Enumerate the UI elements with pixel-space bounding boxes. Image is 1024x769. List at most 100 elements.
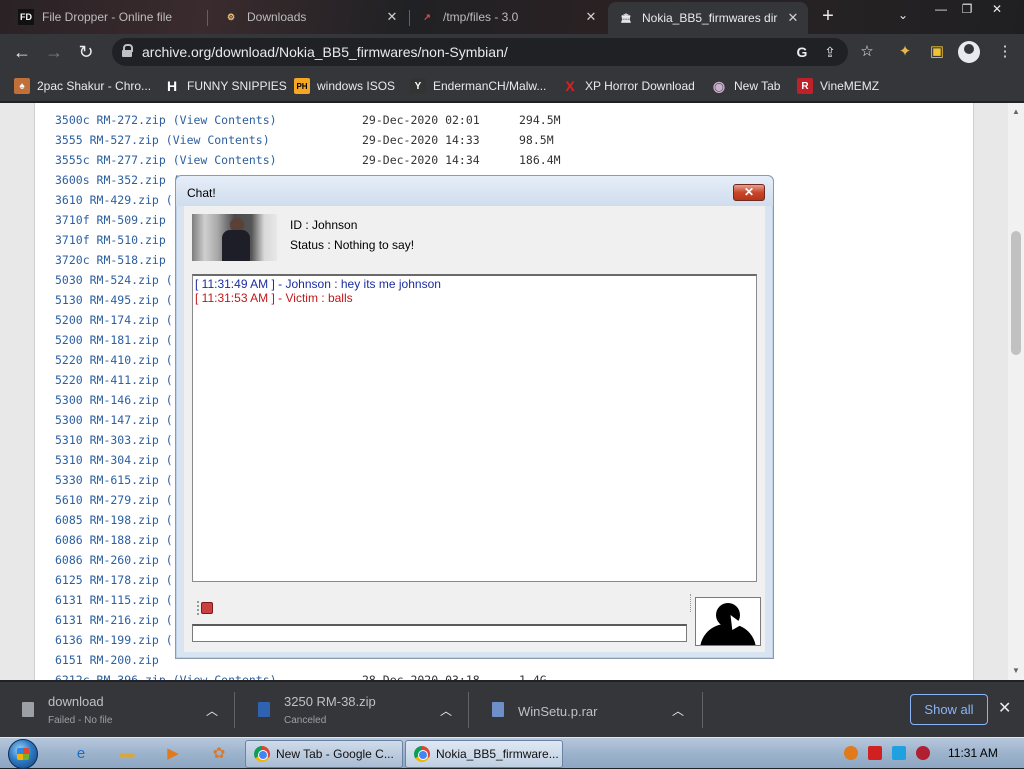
extensions-puzzle-icon[interactable]: ✦ — [894, 42, 916, 64]
view-contents-link[interactable]: (View Contents) — [173, 153, 277, 167]
bookmark-new-tab[interactable]: ◉ New Tab — [711, 76, 781, 96]
view-contents-link[interactable]: ( — [166, 513, 173, 527]
file-link[interactable]: 5220 RM-411.zip — [55, 373, 159, 387]
file-link[interactable]: 5130 RM-495.zip — [55, 293, 159, 307]
bookmark-star-icon[interactable]: ☆ — [856, 42, 878, 64]
file-link[interactable]: 3720c RM-518.zip — [55, 253, 166, 267]
url-text[interactable]: archive.org/download/Nokia_BB5_firmwares… — [142, 44, 508, 60]
chat-close-button[interactable]: ✕ — [733, 184, 765, 201]
view-contents-link[interactable]: ( — [166, 353, 173, 367]
taskbar-item-nokia[interactable]: Nokia_BB5_firmware... — [405, 740, 563, 768]
tray-display-icon[interactable] — [892, 746, 906, 760]
file-link[interactable]: 5300 RM-146.zip — [55, 393, 159, 407]
bookmark-funny-snippies[interactable]: H FUNNY SNIPPIES — [164, 76, 287, 96]
view-contents-link[interactable]: (View Contents) — [166, 133, 270, 147]
view-contents-link[interactable]: ( — [166, 593, 173, 607]
menu-kebab-icon[interactable]: ⋮ — [994, 42, 1016, 64]
file-link[interactable]: 6136 RM-199.zip — [55, 633, 159, 647]
view-contents-link[interactable]: ( — [166, 433, 173, 447]
view-contents-link[interactable]: (View Contents) — [173, 113, 277, 127]
file-link[interactable]: 5330 RM-615.zip — [55, 473, 159, 487]
view-contents-link[interactable]: ( — [166, 313, 173, 327]
file-link[interactable]: 6125 RM-178.zip — [55, 573, 159, 587]
bookmark-xp-horror[interactable]: X XP Horror Download — [562, 76, 695, 96]
bookmark-2pac[interactable]: ♠ 2pac Shakur - Chro... — [14, 76, 151, 96]
file-link[interactable]: 3610 RM-429.zip — [55, 193, 159, 207]
lock-icon[interactable] — [122, 44, 133, 57]
view-contents-link[interactable]: ( — [166, 493, 173, 507]
file-link[interactable]: 5200 RM-174.zip — [55, 313, 159, 327]
side-panel-icon[interactable]: ▣ — [926, 42, 948, 64]
tab-nokia-firmwares[interactable]: 🏛 Nokia_BB5_firmwares dir ✕ — [608, 2, 808, 34]
close-tab-icon[interactable]: ✕ — [582, 9, 600, 25]
internet-explorer-icon[interactable]: e — [70, 742, 92, 764]
media-player-icon[interactable]: ▶ — [162, 742, 184, 764]
download-item[interactable]: 3250 RM-38.zip Canceled ︿ — [236, 682, 468, 738]
chevron-up-icon[interactable]: ︿ — [206, 702, 218, 719]
tab-search-chevron-icon[interactable]: ⌄ — [898, 8, 908, 22]
bookmark-endermanch[interactable]: Y EndermanCH/Malw... — [410, 76, 546, 96]
download-item[interactable]: download Failed - No file ︿ — [0, 682, 232, 738]
file-link[interactable]: 6086 RM-260.zip — [55, 553, 159, 567]
tray-volume-icon[interactable] — [916, 746, 930, 760]
view-contents-link[interactable]: ( — [166, 413, 173, 427]
start-button[interactable] — [8, 739, 38, 769]
chevron-up-icon[interactable]: ︿ — [440, 702, 452, 719]
file-link[interactable]: 6131 RM-216.zip — [55, 613, 159, 627]
file-link[interactable]: 5220 RM-410.zip — [55, 353, 159, 367]
view-contents-link[interactable]: (View Contents) — [173, 673, 277, 680]
explorer-folder-icon[interactable]: ▬ — [116, 742, 138, 764]
tray-flag-icon[interactable] — [868, 746, 882, 760]
file-link[interactable]: 5310 RM-303.zip — [55, 433, 159, 447]
view-contents-link[interactable]: ( — [166, 273, 173, 287]
file-link[interactable]: 6131 RM-115.zip — [55, 593, 159, 607]
file-link[interactable]: 3710f RM-510.zip — [55, 233, 166, 247]
new-tab-button[interactable]: + — [818, 6, 838, 28]
view-contents-link[interactable]: ( — [166, 553, 173, 567]
view-contents-link[interactable]: ( — [166, 453, 173, 467]
close-download-bar-icon[interactable]: ✕ — [998, 698, 1011, 718]
close-window-button[interactable]: ✕ — [984, 0, 1010, 20]
file-link[interactable]: 3500c RM-272.zip — [55, 113, 166, 127]
back-button[interactable]: ← — [12, 42, 32, 62]
file-link[interactable]: 6085 RM-198.zip — [55, 513, 159, 527]
file-link[interactable]: 5300 RM-147.zip — [55, 413, 159, 427]
view-contents-link[interactable]: ( — [166, 193, 173, 207]
scroll-thumb[interactable] — [1011, 231, 1021, 355]
reload-button[interactable]: ↻ — [76, 42, 96, 62]
taskbar-item-new-tab[interactable]: New Tab - Google C... — [245, 740, 403, 768]
google-lens-icon[interactable]: G — [792, 42, 812, 62]
close-tab-icon[interactable]: ✕ — [784, 10, 802, 26]
file-link[interactable]: 3710f RM-509.zip — [55, 213, 166, 227]
file-link[interactable]: 5610 RM-279.zip — [55, 493, 159, 507]
bookmark-vinememz[interactable]: R VineMEMZ — [797, 76, 879, 96]
file-link[interactable]: 5310 RM-304.zip — [55, 453, 159, 467]
show-all-button[interactable]: Show all — [910, 694, 988, 725]
forward-button[interactable]: → — [44, 42, 64, 62]
file-link[interactable]: 6212c RM-396.zip — [55, 673, 166, 680]
view-contents-link[interactable]: ( — [166, 573, 173, 587]
paint-icon[interactable]: ✿ — [208, 742, 230, 764]
file-link[interactable]: 3600s RM-352.zip — [55, 173, 166, 187]
chevron-up-icon[interactable]: ︿ — [672, 702, 684, 719]
share-icon[interactable]: ⇪ — [820, 42, 840, 62]
chat-log[interactable]: [ 11:31:49 AM ] - Johnson : hey its me j… — [192, 274, 757, 582]
tray-search-icon[interactable] — [844, 746, 858, 760]
emoticon-button[interactable] — [197, 601, 213, 615]
user-avatar-button[interactable] — [695, 597, 761, 646]
minimize-window-button[interactable]: — — [928, 0, 954, 20]
scroll-down-icon[interactable]: ▼ — [1011, 666, 1021, 675]
message-input[interactable] — [192, 624, 687, 642]
file-link[interactable]: 3555c RM-277.zip — [55, 153, 166, 167]
view-contents-link[interactable]: ( — [166, 333, 173, 347]
bookmark-windows-isos[interactable]: PH windows ISOS — [294, 76, 395, 96]
file-link[interactable]: 3555 RM-527.zip — [55, 133, 159, 147]
view-contents-link[interactable]: ( — [166, 613, 173, 627]
file-link[interactable]: 5200 RM-181.zip — [55, 333, 159, 347]
close-tab-icon[interactable]: ✕ — [383, 9, 401, 25]
restore-window-button[interactable]: ❐ — [954, 0, 980, 20]
taskbar-clock[interactable]: 11:31 AM — [948, 746, 998, 760]
chat-titlebar[interactable]: Chat! ✕ — [176, 176, 773, 206]
download-item[interactable]: WinSetu.p.rar ︿ — [470, 682, 702, 738]
view-contents-link[interactable]: ( — [166, 373, 173, 387]
